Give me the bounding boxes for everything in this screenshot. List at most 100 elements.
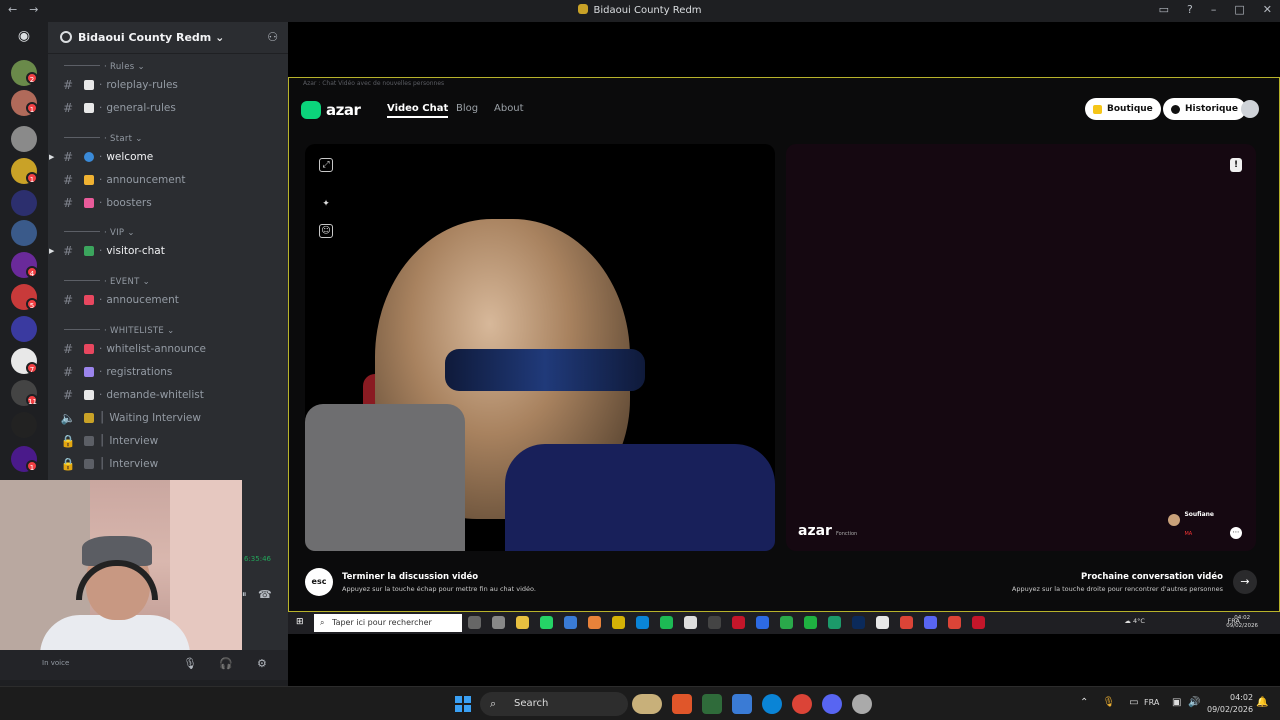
shared-clock[interactable]: 04:02 09/02/2026	[1226, 614, 1258, 630]
window-title-text: Bidaoui County Redm	[593, 5, 702, 16]
whatsapp-icon[interactable]	[540, 616, 553, 629]
azar-logo[interactable]: azar	[301, 101, 361, 119]
channel-visitor-chat[interactable]: ▶ # · visitor-chat	[49, 241, 280, 261]
help-icon[interactable]: ?	[1187, 3, 1193, 16]
chrome-icon[interactable]	[900, 616, 913, 629]
rocket-icon	[84, 198, 94, 208]
photoshop-icon[interactable]	[852, 616, 865, 629]
pause-icon[interactable]: ⏸	[242, 590, 247, 600]
channel-boosters[interactable]: # · boosters	[60, 193, 280, 213]
discord-icon[interactable]	[924, 616, 937, 629]
channel-interview-1[interactable]: 🔒 │ Interview	[60, 431, 280, 451]
channel-registrations[interactable]: # · registrations	[60, 362, 280, 382]
chrome-icon[interactable]	[792, 694, 812, 714]
file-explorer-icon[interactable]	[516, 616, 529, 629]
server-icon-6[interactable]	[11, 220, 37, 246]
spotify-icon[interactable]	[660, 616, 673, 629]
esc-button[interactable]: esc	[305, 568, 333, 596]
notification-bell-icon[interactable]: 🔔	[1256, 697, 1268, 708]
channel-general-rules[interactable]: # · general-rules	[60, 98, 280, 118]
category-event[interactable]: · EVENT ⌄	[64, 277, 150, 287]
maximize-icon[interactable]: □	[1234, 3, 1244, 16]
nav-blog[interactable]: Blog	[456, 103, 478, 114]
start-button-icon[interactable]	[455, 696, 471, 712]
report-shield-icon[interactable]: !	[1230, 158, 1242, 172]
server-icon-3[interactable]	[11, 126, 37, 152]
app-red-icon[interactable]	[732, 616, 745, 629]
search-highlight-icon[interactable]	[632, 694, 662, 714]
channel-whitelist-announce[interactable]: # · whitelist-announce	[60, 339, 280, 359]
profile-avatar-icon[interactable]	[1241, 100, 1259, 118]
video-microphone	[305, 404, 465, 551]
task-view-icon[interactable]	[468, 616, 481, 629]
edge-icon[interactable]	[762, 694, 782, 714]
magic-wand-icon[interactable]: ✦	[319, 198, 333, 212]
server-icon-5[interactable]	[11, 190, 37, 216]
taskbar-search[interactable]: ⌕ Search	[480, 692, 628, 716]
app-orange-icon[interactable]	[672, 694, 692, 714]
server-icon-12[interactable]	[11, 412, 37, 438]
mail-icon[interactable]	[564, 616, 577, 629]
add-member-icon[interactable]: ⚇	[267, 30, 278, 44]
separator-dot: ·	[99, 294, 103, 306]
category-rules[interactable]: · Rules ⌄	[64, 62, 145, 72]
volume-icon[interactable]: 🔊	[1188, 697, 1200, 708]
mic-icon[interactable]: 🎙	[183, 657, 197, 670]
historique-button[interactable]: Historique	[1163, 98, 1246, 120]
category-whiteliste[interactable]: · WHITELISTE ⌄	[64, 326, 175, 336]
chevron-up-icon[interactable]: ⌃	[1080, 697, 1088, 708]
windows-start-icon[interactable]: ⊞	[296, 617, 306, 627]
boutique-button[interactable]: Boutique	[1085, 98, 1161, 120]
taskbar-clock[interactable]: 04:02 09/02/2026	[1207, 692, 1253, 716]
settings-gear-icon[interactable]: ⚙	[257, 657, 267, 670]
notes-icon[interactable]	[612, 616, 625, 629]
channel-announcement[interactable]: # · announcement	[60, 170, 280, 190]
discord-home-icon[interactable]: ◉	[11, 28, 37, 50]
channel-demande-whitelist[interactable]: # · demande-whitelist	[60, 385, 280, 405]
office-icon[interactable]	[588, 616, 601, 629]
mic-in-use-icon[interactable]: 🎙	[1102, 697, 1115, 708]
close-icon[interactable]: ✕	[1263, 3, 1272, 16]
nav-video-chat[interactable]: Video Chat	[387, 103, 449, 118]
server-icon-9[interactable]	[11, 316, 37, 342]
channel-annoucement[interactable]: # · annoucement	[60, 290, 280, 310]
app-white-icon[interactable]	[876, 616, 889, 629]
channel-welcome[interactable]: ▶ # · welcome	[49, 147, 280, 167]
minimize-icon[interactable]: –	[1211, 3, 1217, 16]
obs-icon[interactable]	[708, 616, 721, 629]
shared-search-box[interactable]: ⌕ Taper ici pour rechercher	[314, 614, 462, 632]
peer-info[interactable]: Soufiane MA	[1168, 501, 1214, 539]
app-green-icon[interactable]	[780, 616, 793, 629]
taskbar-lang[interactable]: FRA	[1144, 698, 1159, 707]
peer-country: MA	[1184, 531, 1193, 537]
chrome-2-icon[interactable]	[948, 616, 961, 629]
photos-icon[interactable]	[732, 694, 752, 714]
widgets-icon[interactable]	[492, 616, 505, 629]
next-arrow-icon[interactable]: →	[1233, 570, 1257, 594]
channel-waiting-interview[interactable]: 🔈 │ Waiting Interview	[60, 408, 280, 428]
category-vip[interactable]: · VIP ⌄	[64, 228, 135, 238]
display-icon[interactable]: ▭	[1129, 697, 1138, 708]
app-teal-icon[interactable]	[828, 616, 841, 629]
sticker-icon[interactable]: ☺	[319, 224, 333, 238]
disconnect-icon[interactable]: ☎	[258, 588, 272, 601]
channel-roleplay-rules[interactable]: # · roleplay-rules	[60, 75, 280, 95]
network-icon[interactable]: ▣	[1172, 697, 1181, 708]
headphones-icon[interactable]: 🎧	[219, 657, 233, 670]
document-icon[interactable]	[684, 616, 697, 629]
inbox-icon[interactable]: ▭	[1159, 3, 1169, 16]
app-active-icon[interactable]	[972, 616, 985, 629]
play-icon[interactable]	[804, 616, 817, 629]
app-hs-icon[interactable]	[702, 694, 722, 714]
edge-icon[interactable]	[636, 616, 649, 629]
more-options-icon[interactable]: ⋯	[1230, 527, 1242, 539]
nav-about[interactable]: About	[494, 103, 524, 114]
discord-icon[interactable]	[822, 694, 842, 714]
channel-interview-2[interactable]: 🔒 │ Interview	[60, 454, 280, 474]
next-chat-control[interactable]: Prochaine conversation vidéo Appuyez sur…	[997, 568, 1257, 598]
expand-icon[interactable]: ⤢	[319, 158, 333, 172]
app-blue-icon[interactable]	[756, 616, 769, 629]
category-start[interactable]: · Start ⌄	[64, 134, 143, 144]
server-header[interactable]: Bidaoui County Redm ⌄ ⚇	[48, 22, 288, 54]
app-settings-icon[interactable]	[852, 694, 872, 714]
